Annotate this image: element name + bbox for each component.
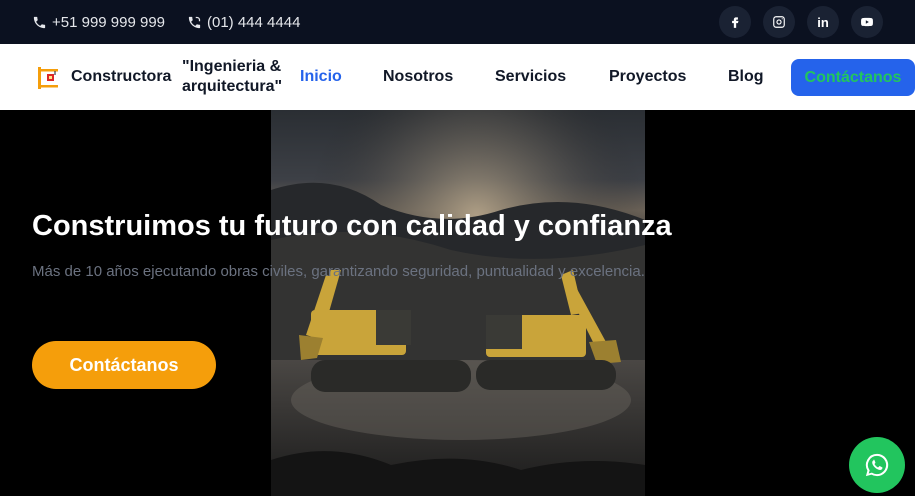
nav-link-inicio[interactable]: Inicio bbox=[300, 68, 342, 86]
brand-tagline[interactable]: "Ingenieria & arquitectura" bbox=[182, 57, 294, 97]
nav-link-servicios[interactable]: Servicios bbox=[495, 68, 566, 86]
linkedin-icon[interactable]: in bbox=[807, 6, 839, 38]
hero-contact-button[interactable]: Contáctanos bbox=[32, 341, 216, 389]
top-bar: +51 999 999 999 (01) 444 4444 in bbox=[0, 0, 915, 44]
nav-link-blog[interactable]: Blog bbox=[728, 68, 764, 86]
brand-name[interactable]: Constructora bbox=[71, 68, 171, 86]
hero-excavators-image bbox=[271, 110, 645, 496]
phone-landline[interactable]: (01) 444 4444 bbox=[187, 0, 300, 44]
construction-crane-logo-icon[interactable] bbox=[36, 66, 60, 90]
main-nav: Constructora "Ingenieria & arquitectura"… bbox=[0, 44, 915, 110]
nav-link-proyectos[interactable]: Proyectos bbox=[609, 68, 686, 86]
instagram-icon[interactable] bbox=[763, 6, 795, 38]
whatsapp-button[interactable] bbox=[849, 437, 905, 493]
phone-landline-text: (01) 444 4444 bbox=[207, 13, 301, 31]
facebook-icon[interactable] bbox=[719, 6, 751, 38]
phone-mobile-text: +51 999 999 999 bbox=[52, 13, 166, 31]
hero-title: Construimos tu futuro con calidad y conf… bbox=[32, 210, 672, 242]
nav-link-nosotros[interactable]: Nosotros bbox=[383, 68, 453, 86]
whatsapp-icon bbox=[865, 453, 889, 477]
phone-mobile[interactable]: +51 999 999 999 bbox=[32, 0, 165, 44]
excavators-illustration bbox=[271, 110, 645, 496]
hero-subtitle: Más de 10 años ejecutando obras civiles,… bbox=[32, 263, 645, 280]
nav-contact-button[interactable]: Contáctanos bbox=[791, 59, 915, 96]
phone-call-icon bbox=[188, 16, 201, 28]
phone-icon bbox=[33, 16, 46, 28]
hero-section: Construimos tu futuro con calidad y conf… bbox=[0, 110, 915, 496]
youtube-icon[interactable] bbox=[851, 6, 883, 38]
